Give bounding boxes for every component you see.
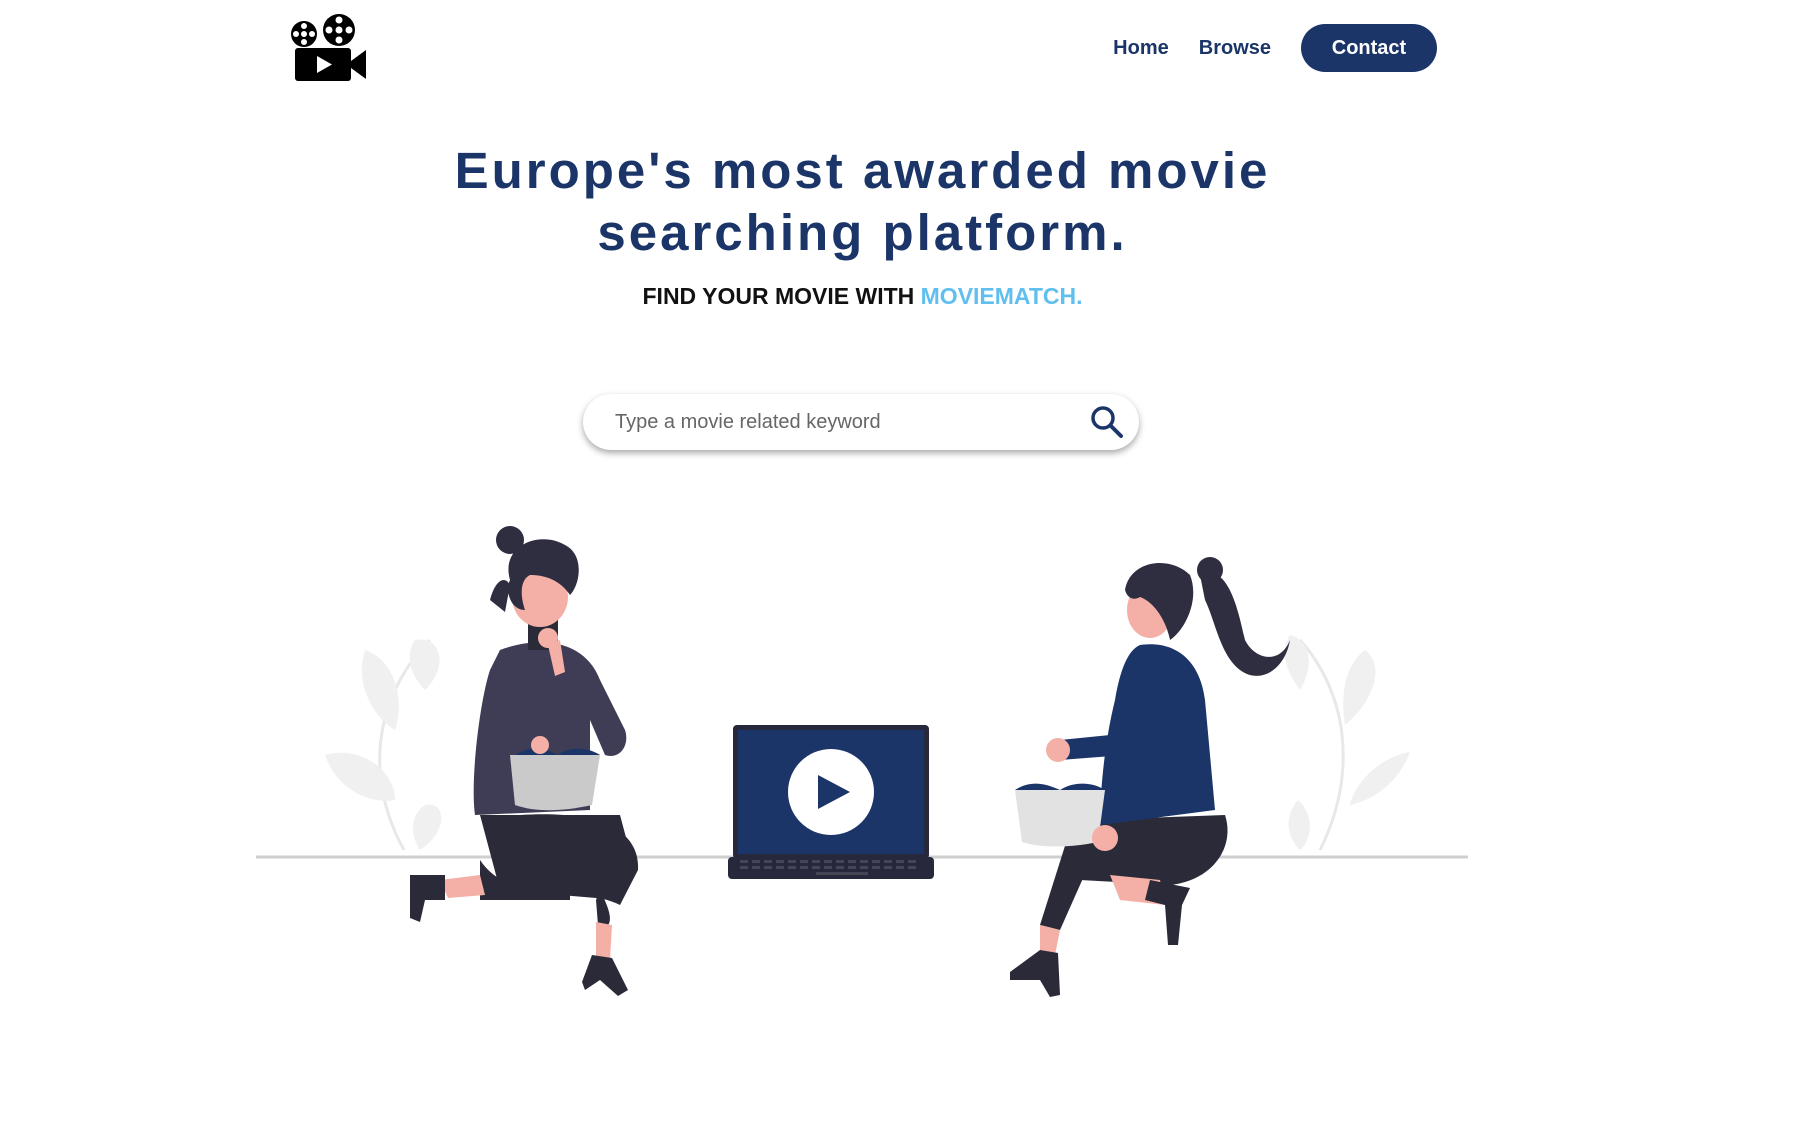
- people-watching-movie-illustration: [256, 526, 1468, 997]
- right-person: [1010, 557, 1290, 997]
- subtitle-prefix: FIND YOUR MOVIE WITH: [642, 283, 915, 309]
- hero-title: Europe's most awarded movie searching pl…: [0, 140, 1725, 264]
- left-plant: [325, 638, 442, 851]
- nav-home-link[interactable]: Home: [1113, 37, 1169, 60]
- search-bar: [583, 394, 1139, 450]
- contact-button[interactable]: Contact: [1301, 24, 1437, 72]
- left-person: [410, 526, 639, 996]
- hero-title-line-2: searching platform.: [597, 204, 1128, 261]
- laptop: [728, 725, 934, 879]
- search-icon: [1091, 406, 1123, 438]
- logo[interactable]: [290, 12, 368, 82]
- search-input[interactable]: [613, 409, 1057, 435]
- hero-subtitle: FIND YOUR MOVIE WITH MOVIEMATCH.: [0, 283, 1725, 310]
- nav-browse-link[interactable]: Browse: [1199, 37, 1271, 60]
- movie-camera-icon: [291, 14, 366, 81]
- hero-title-line-1: Europe's most awarded movie: [454, 142, 1271, 199]
- main-nav: Home Browse Contact: [1113, 24, 1437, 72]
- search-button[interactable]: [1089, 404, 1125, 440]
- subtitle-brand: MOVIEMATCH.: [920, 283, 1083, 309]
- right-plant: [1284, 635, 1410, 851]
